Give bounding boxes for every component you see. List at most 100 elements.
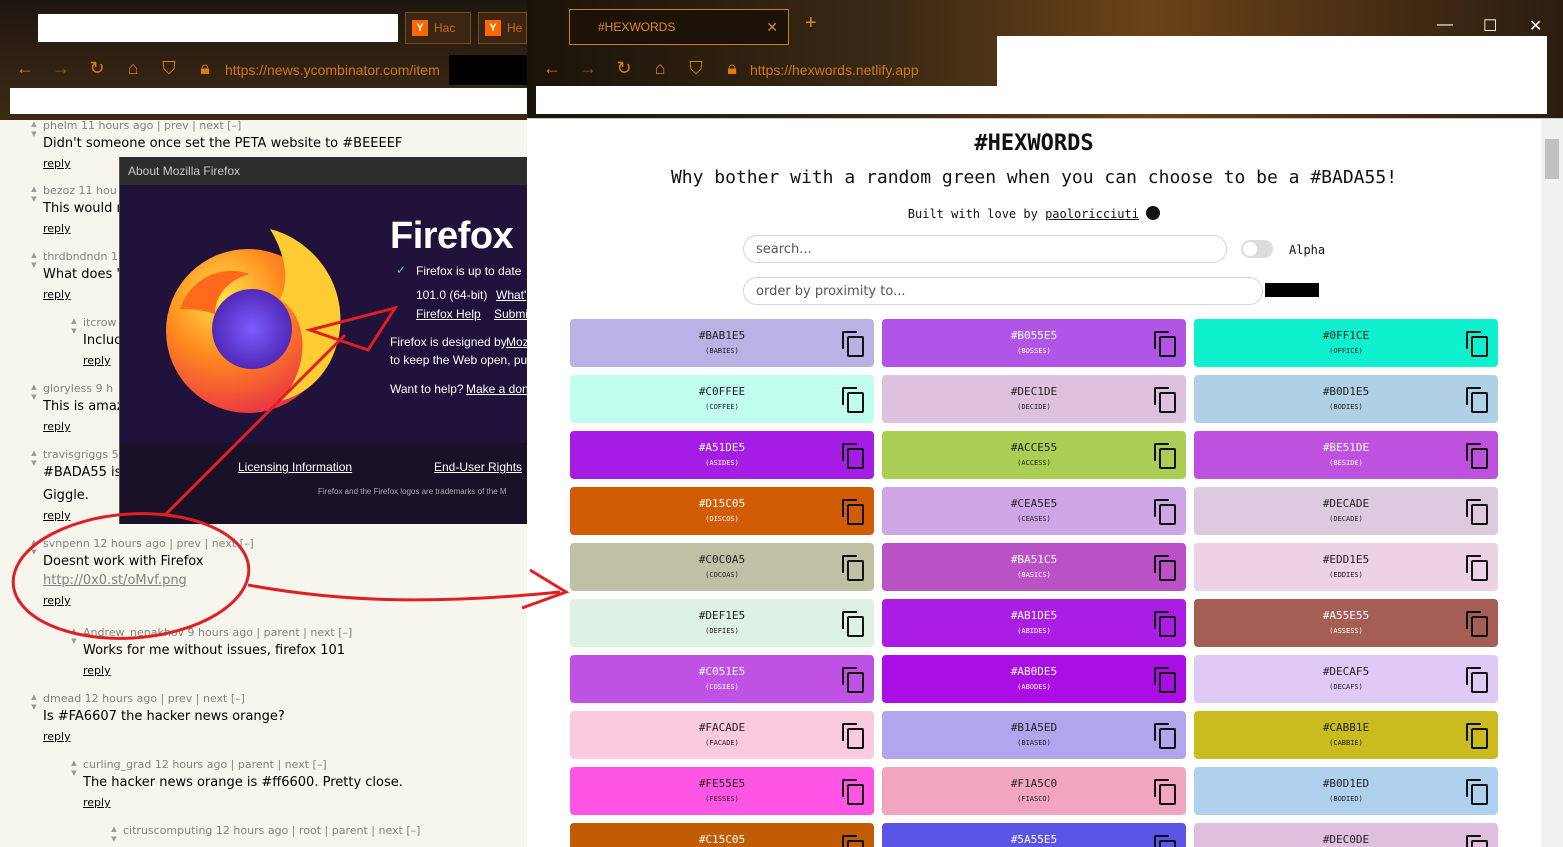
home-icon[interactable]: ⌂: [651, 58, 669, 79]
back-arrow-icon[interactable]: ←: [16, 58, 34, 79]
copy-icon[interactable]: [1154, 331, 1176, 357]
reply-link[interactable]: reply: [43, 222, 122, 235]
hexword-card[interactable]: #CEA5E5 (CEASES): [882, 487, 1186, 535]
tab-hacker-news-1[interactable]: Y Hac: [405, 12, 471, 44]
vote-arrows-icon[interactable]: ▲ ▼: [69, 626, 79, 646]
licensing-link[interactable]: Licensing Information: [238, 460, 352, 474]
hexword-card[interactable]: #5A55E5: [882, 823, 1186, 847]
reply-link[interactable]: reply: [43, 420, 124, 433]
hexword-card[interactable]: #EDD1E5 (EDDIES): [1194, 543, 1498, 591]
vote-arrows-icon[interactable]: ▲ ▼: [29, 382, 39, 402]
hexword-card[interactable]: #BAB1E5 (BABIES): [570, 319, 874, 367]
copy-icon[interactable]: [1154, 555, 1176, 581]
hexword-card[interactable]: #B0D1ED (BODIED): [1194, 767, 1498, 815]
maximize-icon[interactable]: ☐: [1483, 16, 1497, 36]
copy-icon[interactable]: [842, 667, 864, 693]
alpha-toggle[interactable]: [1241, 240, 1273, 258]
reply-link[interactable]: reply: [43, 730, 285, 743]
hexword-card[interactable]: #DEC1DE (DECIDE): [882, 375, 1186, 423]
copy-icon[interactable]: [1466, 443, 1488, 469]
copy-icon[interactable]: [842, 331, 864, 357]
copy-icon[interactable]: [842, 779, 864, 805]
color-swatch[interactable]: [1265, 283, 1319, 297]
reply-link[interactable]: reply: [43, 594, 254, 607]
reload-icon[interactable]: ↻: [615, 58, 633, 79]
copy-icon[interactable]: [1466, 667, 1488, 693]
new-tab-icon[interactable]: +: [805, 12, 817, 35]
scrollbar[interactable]: [1541, 119, 1563, 847]
copy-icon[interactable]: [1466, 779, 1488, 805]
copy-icon[interactable]: [1154, 443, 1176, 469]
hexword-card[interactable]: #AB1DE5 (ABIDES): [882, 599, 1186, 647]
hexword-card[interactable]: #DECADE (DECADE): [1194, 487, 1498, 535]
hexword-card[interactable]: #B1A5ED (BIASED): [882, 711, 1186, 759]
tab-hacker-news-2[interactable]: Y He: [478, 12, 527, 44]
firefox-help-link[interactable]: Firefox Help: [416, 307, 481, 321]
eula-link[interactable]: End-User Rights: [434, 460, 522, 474]
hexword-card[interactable]: #CABB1E (CABBIE): [1194, 711, 1498, 759]
hexword-card[interactable]: #C15C05: [570, 823, 874, 847]
search-input[interactable]: search...: [743, 235, 1227, 263]
right-url-bar[interactable]: https://hexwords.netlify.app: [750, 62, 990, 78]
hexword-card[interactable]: #DEF1E5 (DEFIES): [570, 599, 874, 647]
copy-icon[interactable]: [842, 387, 864, 413]
vote-arrows-icon[interactable]: ▲ ▼: [29, 250, 39, 270]
hexword-card[interactable]: #A55E55 (ASSESS): [1194, 599, 1498, 647]
hexword-card[interactable]: #C0C0A5 (COCOAS): [570, 543, 874, 591]
vote-arrows-icon[interactable]: ▲ ▼: [29, 692, 39, 712]
copy-icon[interactable]: [1466, 555, 1488, 581]
left-url-bar[interactable]: https://news.ycombinator.com/item: [225, 62, 447, 78]
copy-icon[interactable]: [1466, 387, 1488, 413]
forward-arrow-icon[interactable]: →: [52, 58, 70, 79]
screenshot-link[interactable]: http://0x0.st/oMvf.png: [43, 573, 254, 588]
copy-icon[interactable]: [1466, 835, 1488, 847]
copy-icon[interactable]: [842, 499, 864, 525]
copy-icon[interactable]: [1154, 499, 1176, 525]
copy-icon[interactable]: [842, 723, 864, 749]
vote-arrows-icon[interactable]: ▲ ▼: [29, 537, 39, 557]
copy-icon[interactable]: [1154, 779, 1176, 805]
vote-arrows-icon[interactable]: ▲ ▼: [29, 448, 39, 468]
copy-icon[interactable]: [842, 555, 864, 581]
reply-link[interactable]: reply: [83, 664, 352, 677]
reply-link[interactable]: reply: [43, 509, 121, 522]
reply-link[interactable]: reply: [83, 796, 403, 809]
copy-icon[interactable]: [1154, 667, 1176, 693]
home-icon[interactable]: ⌂: [124, 58, 142, 79]
reply-link[interactable]: reply: [83, 354, 121, 367]
hexword-card[interactable]: #FACADE (FACADE): [570, 711, 874, 759]
hexword-card[interactable]: #BA51C5 (BASICS): [882, 543, 1186, 591]
hexword-card[interactable]: #C0FFEE (COFFEE): [570, 375, 874, 423]
vote-arrows-icon[interactable]: ▲ ▼: [109, 824, 119, 844]
hexword-card[interactable]: #DECAF5 (DECAFS): [1194, 655, 1498, 703]
author-link[interactable]: paoloricciuti: [1045, 207, 1139, 221]
donate-link[interactable]: Make a don: [466, 382, 527, 396]
hexword-card[interactable]: #ACCE55 (ACCESS): [882, 431, 1186, 479]
whats-new-link[interactable]: What': [496, 288, 526, 302]
copy-icon[interactable]: [842, 611, 864, 637]
hexword-card[interactable]: #F1A5C0 (FIASCO): [882, 767, 1186, 815]
submit-feedback-link[interactable]: Submi: [494, 307, 527, 321]
hexword-card[interactable]: #FE55E5 (FESSES): [570, 767, 874, 815]
copy-icon[interactable]: [1154, 611, 1176, 637]
copy-icon[interactable]: [842, 443, 864, 469]
vote-arrows-icon[interactable]: ▲ ▼: [29, 184, 39, 204]
copy-icon[interactable]: [1466, 611, 1488, 637]
copy-icon[interactable]: [1466, 723, 1488, 749]
hexword-card[interactable]: #DEC0DE: [1194, 823, 1498, 847]
hexword-card[interactable]: #B0D1E5 (BODIES): [1194, 375, 1498, 423]
hexword-card[interactable]: #D15C05 (DISCOS): [570, 487, 874, 535]
hexword-card[interactable]: #B055E5 (BOSSES): [882, 319, 1186, 367]
copy-icon[interactable]: [1154, 835, 1176, 847]
tab-hexwords[interactable]: #HEXWORDS ✕: [569, 9, 789, 45]
scrollbar-thumb[interactable]: [1545, 139, 1559, 179]
close-window-icon[interactable]: ✕: [1529, 16, 1542, 36]
vote-arrows-icon[interactable]: ▲ ▼: [69, 316, 79, 336]
back-arrow-icon[interactable]: ←: [543, 58, 561, 79]
copy-icon[interactable]: [1154, 387, 1176, 413]
proximity-input[interactable]: order by proximity to...: [743, 277, 1263, 305]
hexword-card[interactable]: #AB0DE5 (ABODES): [882, 655, 1186, 703]
vote-arrows-icon[interactable]: ▲ ▼: [69, 758, 79, 778]
reply-link[interactable]: reply: [43, 288, 120, 301]
hexword-card[interactable]: #C051E5 (COSIES): [570, 655, 874, 703]
